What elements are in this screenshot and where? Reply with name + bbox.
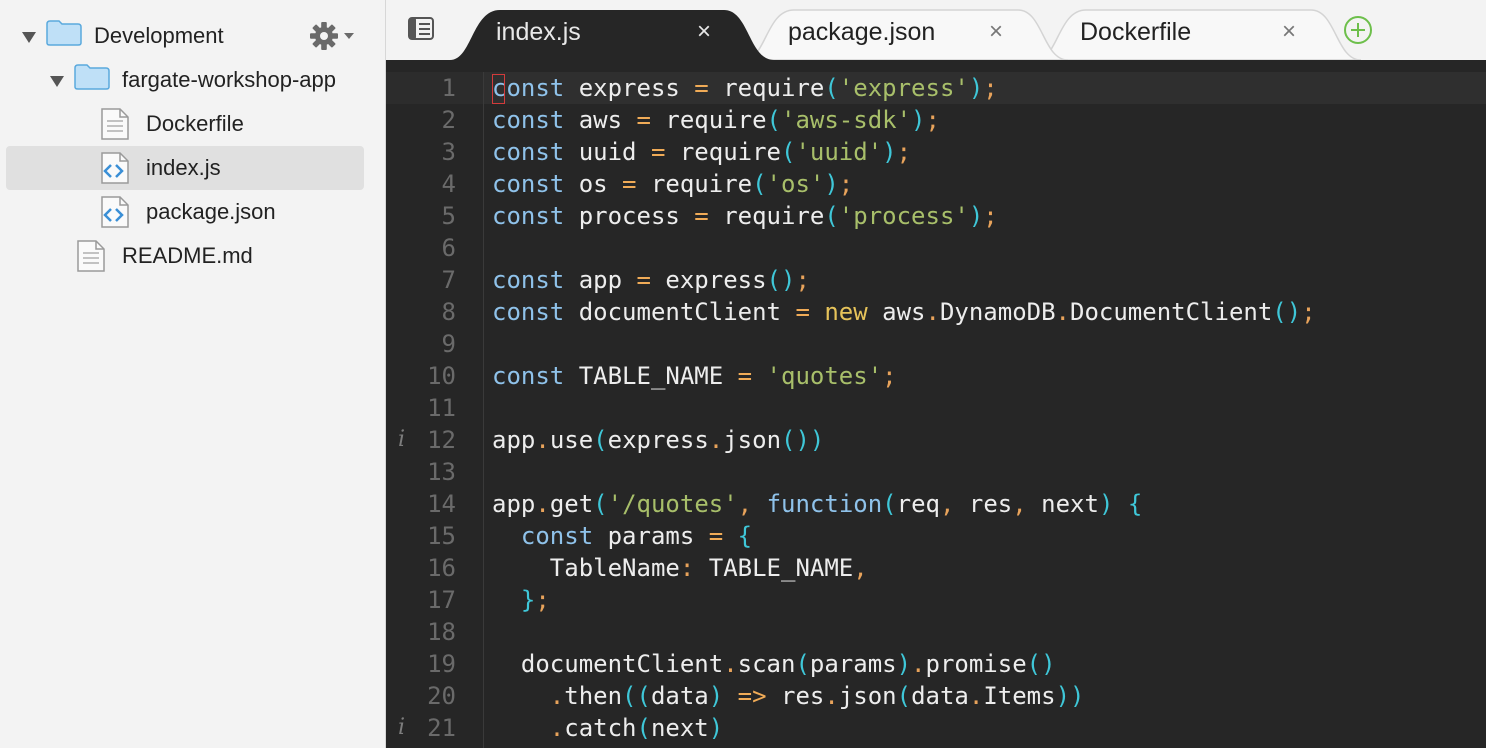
code-text: const TABLE_NAME = 'quotes';	[492, 362, 897, 390]
code-line[interactable]: 19 documentClient.scan(params).promise()	[386, 648, 1486, 680]
folder-icon	[46, 20, 82, 46]
line-number: 14	[427, 490, 456, 518]
code-line[interactable]: 7 const app = express();	[386, 264, 1486, 296]
line-number: 11	[427, 394, 456, 422]
code-line[interactable]: 8 const documentClient = new aws.DynamoDB…	[386, 296, 1486, 328]
line-number: 2	[441, 106, 456, 134]
tree-item-dockerfile[interactable]: Dockerfile	[6, 102, 364, 146]
code-line[interactable]: i 12 app.use(express.json())	[386, 424, 1486, 456]
code-line[interactable]: 6	[386, 232, 1486, 264]
code-text: const app = express();	[492, 266, 810, 294]
line-number: 16	[427, 554, 456, 582]
tab-bar: index.js × package.json × Dockerfile ×	[386, 0, 1486, 60]
tree-item-label: Dockerfile	[146, 111, 244, 136]
code-line[interactable]: 5 const process = require('process');	[386, 200, 1486, 232]
code-text: app.get('/quotes', function(req, res, ne…	[492, 490, 1143, 518]
line-number: 19	[427, 650, 456, 678]
code-line[interactable]: 2 const aws = require('aws-sdk');	[386, 104, 1486, 136]
tree-item-label: Development	[94, 23, 224, 48]
add-tab-icon[interactable]	[1342, 14, 1374, 46]
line-number: 7	[441, 266, 456, 294]
tree-item-fargate-workshop-app[interactable]: fargate-workshop-app	[6, 58, 364, 102]
tree-item-label: README.md	[122, 243, 253, 268]
code-line[interactable]: 13	[386, 456, 1486, 488]
tree-item-index-js[interactable]: index.js	[6, 146, 364, 190]
tab-list-icon[interactable]	[406, 16, 436, 42]
code-line[interactable]: 20 .then((data) => res.json(data.Items))	[386, 680, 1486, 712]
tab-label: Dockerfile	[1080, 18, 1192, 46]
code-text: const express = require('express');	[492, 74, 998, 102]
folder-icon	[74, 64, 110, 90]
tree-item-package-json[interactable]: package.json	[6, 190, 364, 234]
line-number: 13	[427, 458, 456, 486]
tree-item-label: index.js	[146, 155, 221, 180]
code-line[interactable]: 16 TableName: TABLE_NAME,	[386, 552, 1486, 584]
code-line[interactable]: 3 const uuid = require('uuid');	[386, 136, 1486, 168]
editor-pane: index.js × package.json × Dockerfile × 1…	[386, 0, 1486, 748]
line-number: 5	[441, 202, 456, 230]
code-text: .catch(next)	[549, 714, 724, 742]
close-icon[interactable]: ×	[984, 20, 1008, 44]
gear-icon[interactable]	[308, 20, 356, 52]
line-number: 1	[441, 74, 456, 102]
code-line[interactable]: 9	[386, 328, 1486, 360]
code-text: app.use(express.json())	[492, 426, 825, 454]
line-number: 17	[427, 586, 456, 614]
code-line[interactable]: 18	[386, 616, 1486, 648]
line-number: 21	[427, 714, 456, 742]
close-icon[interactable]: ×	[1277, 20, 1301, 44]
code-line[interactable]: 14 app.get('/quotes', function(req, res, …	[386, 488, 1486, 520]
chevron-down-icon[interactable]	[50, 76, 64, 87]
text-file-icon	[101, 108, 129, 140]
code-line[interactable]: 15 const params = {	[386, 520, 1486, 552]
line-number: 6	[441, 234, 456, 262]
code-line[interactable]: 1 const express = require('express');	[386, 72, 1486, 104]
tab-label: package.json	[788, 18, 936, 46]
line-number: 3	[441, 138, 456, 166]
code-text: const params = {	[520, 522, 753, 550]
text-file-icon	[77, 240, 105, 272]
line-number: 20	[427, 682, 456, 710]
code-line[interactable]: i 21 .catch(next)	[386, 712, 1486, 744]
line-number: 15	[427, 522, 456, 550]
code-text: const aws = require('aws-sdk');	[492, 106, 940, 134]
line-number: 8	[441, 298, 456, 326]
line-number: 12	[427, 426, 456, 454]
code-text: TableName: TABLE_NAME,	[492, 554, 868, 582]
code-line[interactable]: 10 const TABLE_NAME = 'quotes';	[386, 360, 1486, 392]
line-number: 9	[441, 330, 456, 358]
code-text: documentClient.scan(params).promise()	[492, 650, 1056, 678]
close-icon[interactable]: ×	[692, 20, 716, 44]
code-editor[interactable]: 1 const express = require('express'); 2 con…	[386, 60, 1486, 748]
tree-item-label: package.json	[146, 199, 276, 224]
code-text: const documentClient = new aws.DynamoDB.…	[492, 298, 1316, 326]
tree-item-label: fargate-workshop-app	[122, 67, 337, 92]
text-cursor	[492, 74, 505, 104]
tab-label: index.js	[496, 18, 581, 46]
code-line[interactable]: 17 };	[386, 584, 1486, 616]
code-text: const os = require('os');	[492, 170, 854, 198]
code-text: const process = require('process');	[492, 202, 998, 230]
code-file-icon	[101, 152, 129, 184]
code-text: .then((data) => res.json(data.Items))	[549, 682, 1085, 710]
tree-item-readme[interactable]: README.md	[6, 234, 364, 278]
file-tree-sidebar: Development fargate-workshop-app Dockerf…	[0, 0, 386, 748]
chevron-down-icon[interactable]	[22, 32, 36, 43]
code-text: };	[520, 586, 550, 614]
code-text: const uuid = require('uuid');	[492, 138, 912, 166]
line-number: 18	[427, 618, 456, 646]
code-line[interactable]: 11	[386, 392, 1486, 424]
code-file-icon	[101, 196, 129, 228]
line-number: 10	[427, 362, 456, 390]
code-line[interactable]: 4 const os = require('os');	[386, 168, 1486, 200]
line-number: 4	[441, 170, 456, 198]
